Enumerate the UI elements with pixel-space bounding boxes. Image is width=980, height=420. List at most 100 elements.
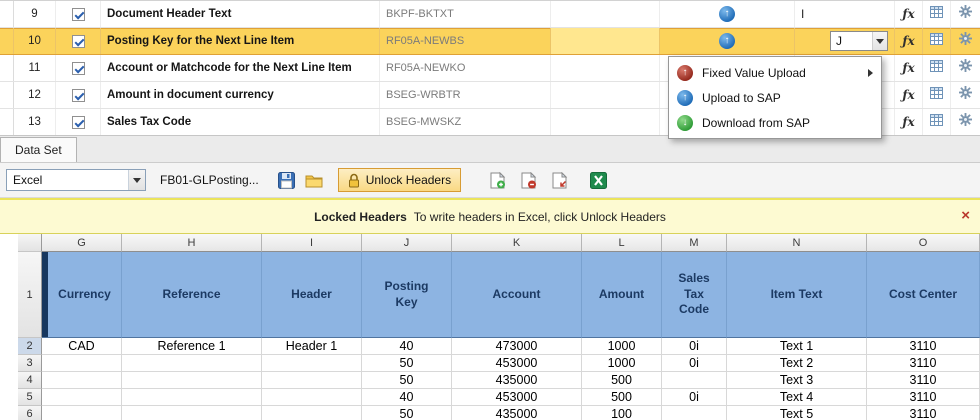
sheet-cell[interactable]: Header 1 [262,338,362,355]
menu-item-fixed-value-upload[interactable]: ↑ Fixed Value Upload [669,60,881,85]
sheet-cell[interactable] [122,406,262,420]
row-enabled-checkbox[interactable] [72,62,85,75]
sheet-cell[interactable]: Text 3 [727,372,867,389]
sheet-cell[interactable]: Reference 1 [122,338,262,355]
sheet-cell[interactable] [662,372,727,389]
formula-icon[interactable]: ƒx [902,61,914,75]
open-button[interactable] [302,167,326,193]
column-letter[interactable]: M [662,234,727,252]
sheet-cell[interactable]: 0i [662,389,727,406]
formula-icon[interactable]: ƒx [902,34,914,48]
row-enabled-checkbox[interactable] [72,116,85,129]
sheet-cell[interactable] [262,389,362,406]
dropdown-button[interactable] [872,32,887,50]
sheet-cell[interactable]: 40 [362,389,452,406]
row-number[interactable]: 6 [18,406,42,420]
gear-icon[interactable] [959,32,972,50]
header-cell-reference[interactable]: Reference [122,252,262,338]
sheet-cell[interactable]: Text 2 [727,355,867,372]
mapping-value[interactable]: I [795,1,895,27]
column-letter[interactable]: L [582,234,662,252]
column-letter[interactable]: O [867,234,980,252]
table-icon[interactable] [930,113,943,131]
gear-icon[interactable] [959,5,972,23]
sheet-cell[interactable]: 435000 [452,372,582,389]
sheet-cell[interactable] [262,406,362,420]
gear-icon[interactable] [959,86,972,104]
header-cell-item-text[interactable]: Item Text [727,252,867,338]
row-enabled-checkbox[interactable] [72,8,85,21]
sheet-cell[interactable]: 453000 [452,355,582,372]
table-icon[interactable] [930,86,943,104]
sheet-cell[interactable] [42,372,122,389]
header-cell-amount[interactable]: Amount [582,252,662,338]
row-number[interactable]: 3 [18,355,42,372]
sheet-cell[interactable] [662,406,727,420]
sheet-cell[interactable]: 3110 [867,355,980,372]
sheet-cell[interactable] [42,355,122,372]
validate-sheet-button[interactable] [549,167,571,193]
sheet-cell[interactable]: 40 [362,338,452,355]
sheet-cell[interactable]: 473000 [452,338,582,355]
sheet-cell[interactable]: 3110 [867,338,980,355]
save-button[interactable] [275,167,298,193]
sheet-cell[interactable]: Text 4 [727,389,867,406]
select-all-corner[interactable] [18,234,42,252]
menu-item-download-from-sap[interactable]: ↓ Download from SAP [669,110,881,135]
sheet-cell[interactable] [262,372,362,389]
column-letter[interactable]: I [262,234,362,252]
remove-sheet-button[interactable] [518,167,540,193]
table-icon[interactable] [930,32,943,50]
open-in-excel-button[interactable] [587,167,610,193]
sheet-cell[interactable] [42,389,122,406]
sheet-cell[interactable]: Text 5 [727,406,867,420]
row-number[interactable]: 4 [18,372,42,389]
column-letter[interactable]: N [727,234,867,252]
sheet-cell[interactable]: 435000 [452,406,582,420]
formula-icon[interactable]: ƒx [902,115,914,129]
sheet-cell[interactable]: 500 [582,389,662,406]
sheet-cell[interactable]: 500 [582,372,662,389]
sheet-cell[interactable] [122,355,262,372]
sheet-cell[interactable]: 3110 [867,372,980,389]
header-cell-account[interactable]: Account [452,252,582,338]
header-cell-cost-center[interactable]: Cost Center [867,252,980,338]
column-letter[interactable]: G [42,234,122,252]
row-number[interactable]: 2 [18,338,42,355]
menu-item-upload-to-sap[interactable]: ↑ Upload to SAP [669,85,881,110]
column-letter[interactable]: K [452,234,582,252]
sheet-cell[interactable]: 1000 [582,355,662,372]
gear-icon[interactable] [959,113,972,131]
sheet-cell[interactable]: CAD [42,338,122,355]
sheet-cell[interactable]: 3110 [867,389,980,406]
sheet-cell[interactable]: 0i [662,355,727,372]
sheet-cell[interactable] [122,389,262,406]
unlock-headers-button[interactable]: Unlock Headers [338,168,461,192]
header-cell-currency[interactable]: Currency [48,252,122,338]
header-cell-posting-key[interactable]: Posting Key [362,252,452,338]
sheet-cell[interactable]: 3110 [867,406,980,420]
sheet-cell[interactable]: 50 [362,406,452,420]
row-enabled-checkbox[interactable] [72,89,85,102]
dropdown-button[interactable] [128,170,145,190]
sheet-cell[interactable]: 50 [362,372,452,389]
add-sheet-button[interactable] [487,167,509,193]
sheet-cell[interactable]: 453000 [452,389,582,406]
row-number[interactable]: 5 [18,389,42,406]
sheet-cell[interactable] [262,355,362,372]
header-cell-sales-tax-code[interactable]: Sales Tax Code [662,252,727,338]
gear-icon[interactable] [959,59,972,77]
sheet-cell[interactable]: 100 [582,406,662,420]
table-icon[interactable] [930,5,943,23]
sheet-cell[interactable]: Text 1 [727,338,867,355]
header-cell-header[interactable]: Header [262,252,362,338]
row-enabled-checkbox[interactable] [72,35,85,48]
upload-to-sap-icon[interactable]: ↑ [719,33,735,49]
table-icon[interactable] [930,59,943,77]
sheet-cell[interactable] [42,406,122,420]
sheet-cell[interactable] [122,372,262,389]
sheet-cell[interactable]: 1000 [582,338,662,355]
upload-to-sap-icon[interactable]: ↑ [719,6,735,22]
sheet-cell[interactable]: 50 [362,355,452,372]
data-source-select[interactable]: Excel [6,169,146,191]
